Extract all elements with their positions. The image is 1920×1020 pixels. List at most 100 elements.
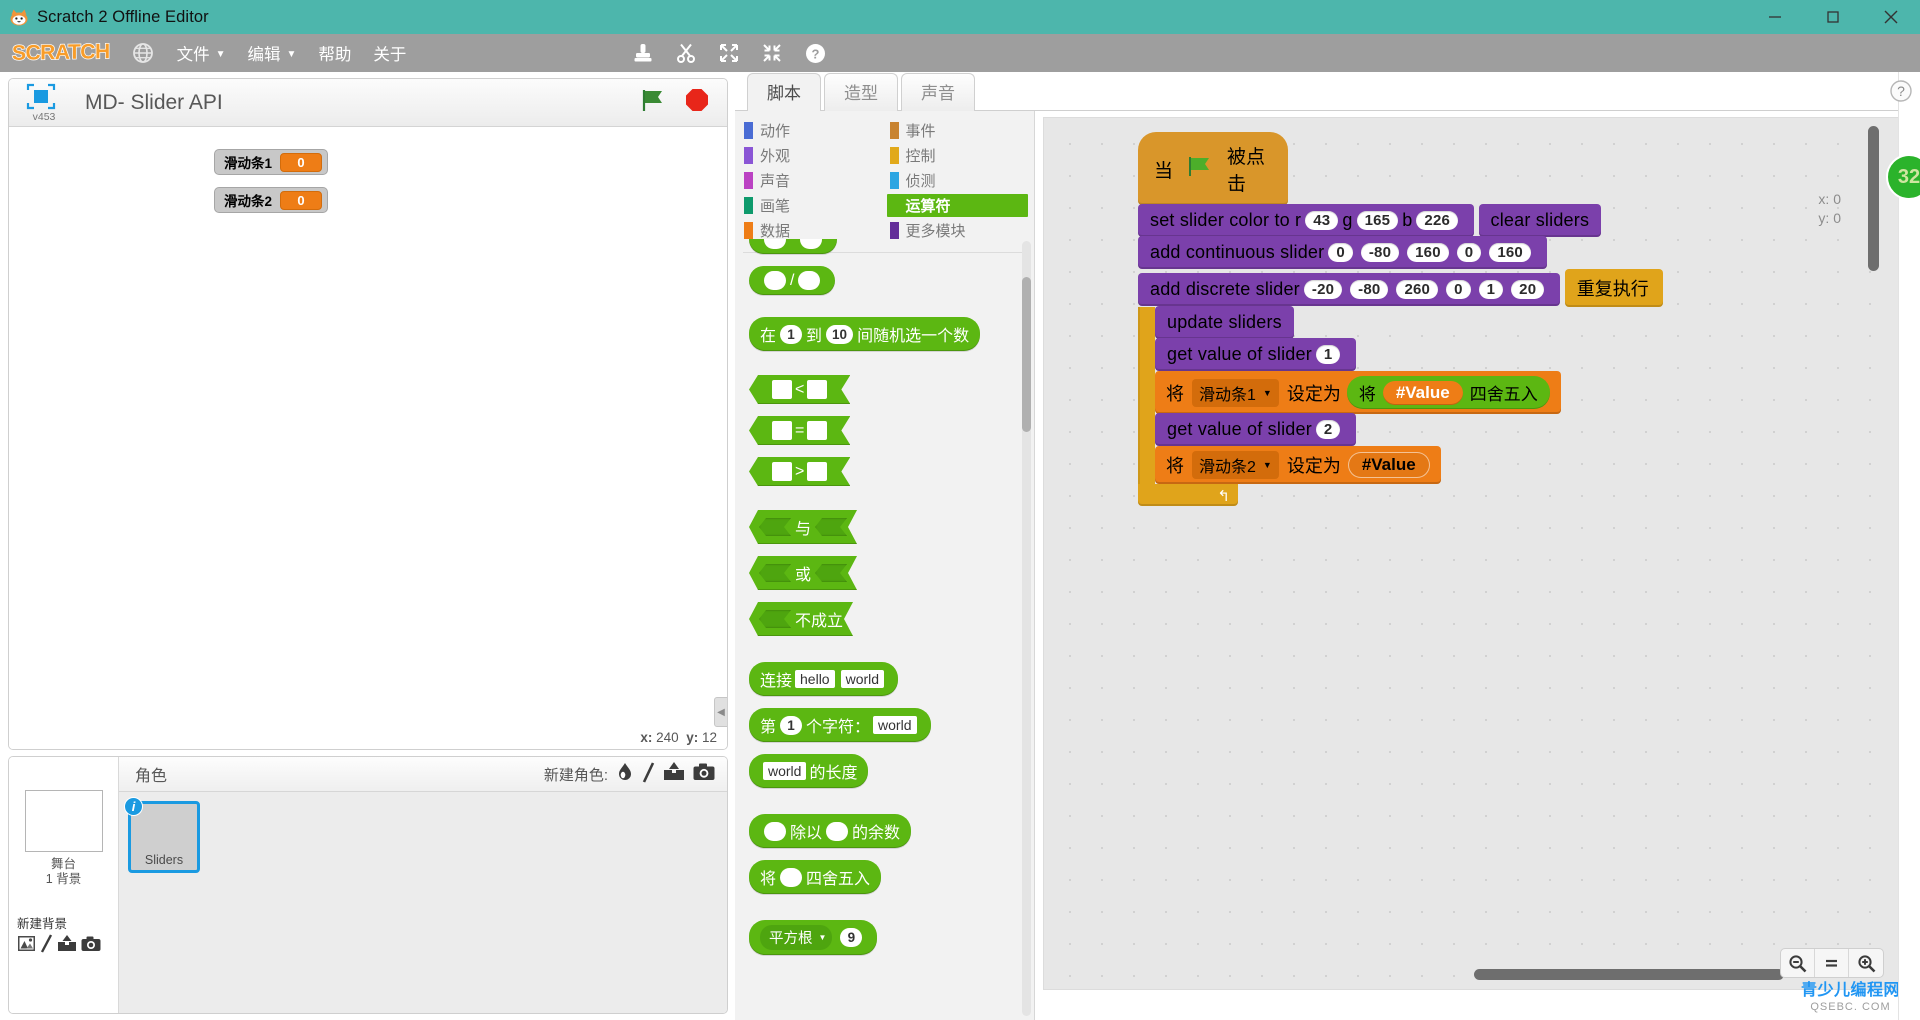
help-question-icon[interactable]: ? bbox=[1888, 78, 1914, 104]
boolean-slot[interactable] bbox=[759, 610, 791, 628]
operand-slot[interactable] bbox=[764, 239, 786, 249]
close-icon[interactable] bbox=[1862, 0, 1920, 34]
add-discrete-arg-1[interactable]: -80 bbox=[1350, 280, 1389, 299]
palette-block-greater-than[interactable]: > bbox=[749, 457, 1034, 486]
palette-block-not[interactable]: 不成立 bbox=[749, 602, 1034, 636]
collapse-stage-arrow[interactable]: ◀ bbox=[714, 697, 727, 727]
mathop-dropdown[interactable]: 平方根 ▼ bbox=[760, 925, 833, 950]
operand-slot[interactable] bbox=[800, 239, 823, 249]
boolean-slot[interactable] bbox=[815, 564, 847, 582]
stamp-duplicate-icon[interactable] bbox=[631, 41, 655, 65]
variable-watcher[interactable]: 滑动条2 0 bbox=[214, 187, 329, 213]
variable-watcher[interactable]: 滑动条1 0 bbox=[214, 149, 329, 175]
boolean-slot[interactable] bbox=[759, 518, 791, 536]
block-add-continuous-slider[interactable]: add continuous slider 0 -80 160 0 160 bbox=[1138, 236, 1547, 269]
camera-icon[interactable] bbox=[81, 936, 101, 957]
block-get-value-of-slider-2[interactable]: get value of slider 2 bbox=[1155, 413, 1357, 446]
value-reporter[interactable]: #Value bbox=[1382, 380, 1463, 405]
block-add-discrete-slider[interactable]: add discrete slider -20 -80 260 0 1 20 bbox=[1138, 273, 1561, 306]
palette-block-less-than[interactable]: < bbox=[749, 375, 1034, 404]
operand-slot[interactable] bbox=[772, 421, 792, 440]
sprite-tile-sliders[interactable]: i Sliders bbox=[124, 797, 200, 873]
add-continuous-arg-1[interactable]: -80 bbox=[1360, 243, 1400, 262]
forever-footer[interactable]: ↰ bbox=[1138, 484, 1238, 506]
palette-block-letter-of[interactable]: 第 1 个字符： world bbox=[749, 708, 1034, 742]
canvas-vertical-scrollbar[interactable] bbox=[1868, 126, 1879, 271]
stage-thumbnail[interactable] bbox=[24, 790, 103, 852]
category-operators[interactable]: 运算符 bbox=[886, 194, 1028, 217]
zoom-out-icon[interactable] bbox=[1781, 949, 1815, 977]
operand-slot[interactable] bbox=[826, 821, 849, 841]
get-slider-index-input[interactable]: 2 bbox=[1315, 420, 1341, 439]
library-picture-icon[interactable] bbox=[17, 935, 36, 957]
palette-block-or[interactable]: 或 bbox=[749, 556, 1034, 590]
grow-icon[interactable] bbox=[717, 41, 741, 65]
block-clear-sliders[interactable]: clear sliders bbox=[1478, 204, 1602, 237]
add-discrete-arg-2[interactable]: 260 bbox=[1396, 280, 1439, 299]
block-set-variable-slider2[interactable]: 将 滑动条2 ▼ 设定为 #Value bbox=[1155, 446, 1441, 484]
palette-block-equals[interactable]: = bbox=[749, 416, 1034, 445]
add-continuous-arg-3[interactable]: 0 bbox=[1456, 243, 1482, 262]
menu-help[interactable]: 帮助 bbox=[307, 34, 362, 72]
mathop-input[interactable]: 9 bbox=[840, 928, 863, 947]
block-get-value-of-slider-1[interactable]: get value of slider 1 bbox=[1155, 338, 1357, 371]
category-events[interactable]: 事件 bbox=[887, 119, 1029, 142]
block-forever-header[interactable]: 重复执行 bbox=[1564, 269, 1663, 307]
tab-scripts[interactable]: 脚本 bbox=[747, 73, 821, 111]
category-looks[interactable]: 外观 bbox=[741, 144, 883, 167]
join-input-b[interactable]: world bbox=[840, 670, 885, 688]
project-icon[interactable]: v453 bbox=[24, 82, 64, 123]
sprite-info-badge[interactable]: i bbox=[124, 797, 143, 816]
camera-icon[interactable] bbox=[693, 763, 715, 785]
paint-icon[interactable] bbox=[642, 761, 655, 787]
script-stack[interactable]: 当 被点击 set slider color to r 43 g 165 b 2… bbox=[1138, 132, 1901, 506]
stop-sign-icon[interactable] bbox=[684, 87, 710, 118]
letter-string-input[interactable]: world bbox=[873, 716, 917, 734]
set-color-b-input[interactable]: 226 bbox=[1416, 211, 1459, 230]
tab-costumes[interactable]: 造型 bbox=[824, 73, 898, 111]
category-control[interactable]: 控制 bbox=[887, 144, 1029, 167]
operand-slot[interactable] bbox=[772, 380, 792, 399]
add-discrete-arg-0[interactable]: -20 bbox=[1303, 280, 1343, 299]
set-color-g-input[interactable]: 165 bbox=[1356, 211, 1399, 230]
operand-slot[interactable] bbox=[798, 271, 821, 290]
menu-edit[interactable]: 编辑 ▼ bbox=[237, 34, 308, 72]
operand-slot[interactable] bbox=[807, 462, 827, 481]
length-input[interactable]: world bbox=[763, 762, 807, 780]
palette-block-length-of[interactable]: world 的长度 bbox=[749, 754, 1034, 788]
add-discrete-arg-3[interactable]: 0 bbox=[1446, 280, 1471, 299]
palette-scrollbar-thumb[interactable] bbox=[1022, 277, 1031, 432]
operand-slot[interactable] bbox=[764, 821, 786, 841]
maximize-icon[interactable] bbox=[1804, 0, 1862, 34]
value-reporter[interactable]: #Value bbox=[1347, 452, 1430, 478]
add-continuous-arg-0[interactable]: 0 bbox=[1328, 243, 1353, 262]
block-when-flag-clicked[interactable]: 当 被点击 bbox=[1138, 132, 1288, 205]
operand-slot[interactable] bbox=[764, 271, 786, 290]
block-round-operator[interactable]: 将 #Value 四舍五入 bbox=[1346, 376, 1550, 409]
palette-block-mathop[interactable]: 平方根 ▼ 9 bbox=[749, 920, 1034, 955]
category-pen[interactable]: 画笔 bbox=[741, 194, 883, 217]
palette-block-round[interactable]: 将 四舍五入 bbox=[749, 860, 1034, 894]
script-canvas[interactable]: 当 被点击 set slider color to r 43 g 165 b 2… bbox=[1043, 117, 1902, 990]
boolean-slot[interactable] bbox=[815, 518, 847, 536]
add-continuous-arg-2[interactable]: 160 bbox=[1407, 243, 1449, 262]
green-flag-icon[interactable] bbox=[640, 87, 666, 118]
join-input-a[interactable]: hello bbox=[795, 670, 835, 688]
block-update-sliders[interactable]: update sliders bbox=[1155, 306, 1294, 339]
operand-slot[interactable] bbox=[780, 867, 803, 887]
operand-slot[interactable] bbox=[807, 421, 827, 440]
upload-icon[interactable] bbox=[57, 934, 77, 958]
category-sensing[interactable]: 侦测 bbox=[887, 169, 1029, 192]
letter-index-input[interactable]: 1 bbox=[780, 715, 803, 735]
set-var-dropdown[interactable]: 滑动条1 ▼ bbox=[1192, 378, 1279, 407]
scratch-logo[interactable]: SCRATCH bbox=[11, 39, 110, 66]
minimize-icon[interactable] bbox=[1746, 0, 1804, 34]
get-slider-index-input[interactable]: 1 bbox=[1315, 345, 1341, 364]
scissors-delete-icon[interactable] bbox=[674, 41, 698, 65]
upload-icon[interactable] bbox=[663, 762, 685, 786]
category-sound[interactable]: 声音 bbox=[741, 169, 883, 192]
add-discrete-arg-4[interactable]: 1 bbox=[1478, 280, 1504, 299]
set-color-r-input[interactable]: 43 bbox=[1305, 211, 1339, 230]
add-continuous-arg-4[interactable]: 160 bbox=[1489, 243, 1531, 262]
add-discrete-arg-5[interactable]: 20 bbox=[1511, 280, 1545, 299]
